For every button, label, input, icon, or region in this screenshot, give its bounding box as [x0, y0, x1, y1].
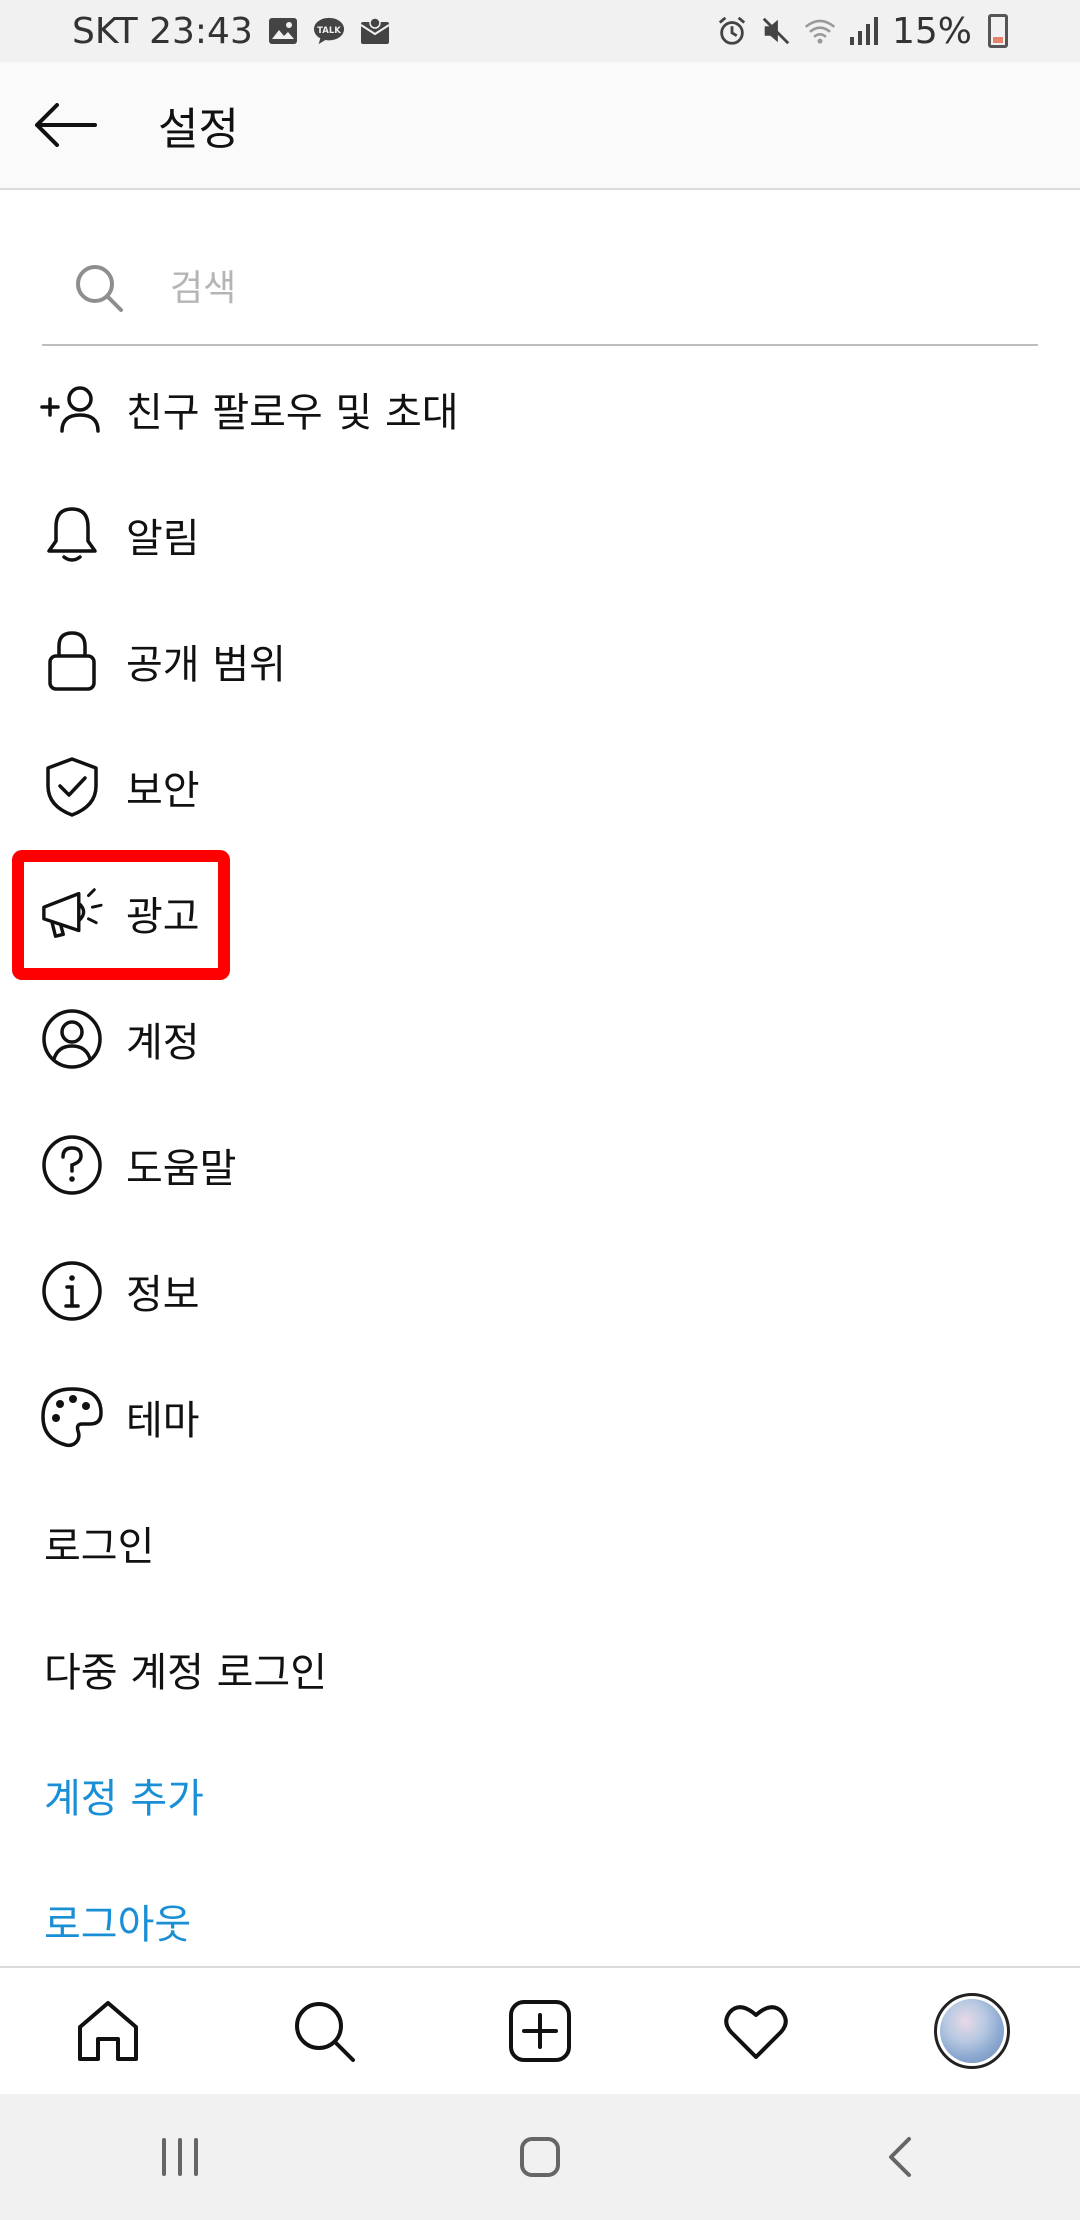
system-back-button[interactable]	[855, 2112, 945, 2202]
menu-item-label: 계정	[126, 1020, 200, 1066]
menu-item-follow-invite[interactable]: 친구 팔로우 및 초대	[0, 346, 1080, 472]
nav-new-post[interactable]	[490, 1981, 590, 2081]
account-icon	[40, 1007, 104, 1071]
gallery-icon	[267, 15, 299, 47]
menu-item-label: 공개 범위	[126, 642, 286, 688]
menu-item-label: 다중 계정 로그인	[44, 1650, 328, 1696]
menu-item-help[interactable]: 도움말	[0, 1102, 1080, 1228]
bell-icon	[40, 503, 104, 567]
mail-icon	[359, 15, 391, 47]
battery-percent: 15%	[891, 10, 972, 52]
menu-item-label: 보안	[126, 768, 200, 814]
nav-profile[interactable]	[922, 1981, 1022, 2081]
menu-item-ads[interactable]: 광고	[0, 850, 1080, 976]
home-button-icon	[520, 2137, 560, 2177]
back-icon	[889, 2137, 911, 2177]
mute-icon	[760, 15, 792, 47]
home-icon	[78, 2001, 138, 2061]
search-icon	[295, 2002, 355, 2062]
profile-avatar	[934, 1993, 1010, 2069]
menu-item-label: 테마	[126, 1398, 200, 1444]
megaphone-icon	[40, 881, 104, 945]
menu-item-label: 로그인	[44, 1524, 155, 1570]
menu-item-label: 정보	[126, 1272, 200, 1318]
back-button[interactable]	[0, 61, 130, 189]
add-person-icon	[40, 377, 104, 441]
svg-text:TALK: TALK	[317, 25, 341, 35]
arrow-left-icon	[35, 103, 97, 147]
menu-item-label: 계정 추가	[44, 1776, 204, 1822]
search-bar[interactable]	[42, 232, 1038, 346]
app-bar: 설정	[0, 62, 1080, 190]
menu-item-login[interactable]: 로그인	[0, 1480, 1080, 1606]
nav-activity[interactable]	[706, 1981, 806, 2081]
menu-item-label: 광고	[126, 894, 200, 940]
menu-item-account[interactable]: 계정	[0, 976, 1080, 1102]
menu-item-theme[interactable]: 테마	[0, 1354, 1080, 1480]
lock-icon	[40, 629, 104, 693]
menu-item-label: 친구 팔로우 및 초대	[126, 390, 459, 436]
nav-search[interactable]	[274, 1981, 374, 2081]
new-post-icon	[509, 2000, 571, 2062]
search-icon	[64, 253, 134, 323]
recent-apps-icon	[162, 2138, 198, 2176]
settings-menu: 친구 팔로우 및 초대 알림 공개 범위 보안 광고 계정 도움말 정보 테마 …	[0, 346, 1080, 1984]
shield-check-icon	[40, 755, 104, 819]
page-title: 설정	[158, 104, 239, 155]
menu-item-label: 도움말	[126, 1146, 237, 1192]
nav-home[interactable]	[58, 1981, 158, 2081]
menu-item-privacy[interactable]: 공개 범위	[0, 598, 1080, 724]
system-nav-bar	[0, 2094, 1080, 2220]
signal-icon	[848, 15, 880, 47]
palette-icon	[40, 1385, 104, 1449]
menu-item-label: 알림	[126, 516, 200, 562]
help-icon	[40, 1133, 104, 1197]
wifi-icon	[804, 15, 836, 47]
menu-item-info[interactable]: 정보	[0, 1228, 1080, 1354]
kakaotalk-icon: TALK	[313, 15, 345, 47]
add-account-link[interactable]: 계정 추가	[0, 1732, 1080, 1858]
search-input[interactable]	[170, 267, 970, 309]
battery-icon	[988, 14, 1008, 48]
menu-item-multi-account-login[interactable]: 다중 계정 로그인	[0, 1606, 1080, 1732]
carrier-time: SKT 23:43	[72, 10, 253, 52]
menu-item-security[interactable]: 보안	[0, 724, 1080, 850]
menu-item-notifications[interactable]: 알림	[0, 472, 1080, 598]
recent-apps-button[interactable]	[135, 2112, 225, 2202]
activity-heart-icon	[724, 2005, 788, 2059]
status-bar: SKT 23:43 TALK 15%	[0, 0, 1080, 62]
bottom-nav	[0, 1966, 1080, 2094]
info-icon	[40, 1259, 104, 1323]
alarm-icon	[716, 15, 748, 47]
home-button[interactable]	[495, 2112, 585, 2202]
menu-item-label: 로그아웃	[44, 1902, 192, 1948]
